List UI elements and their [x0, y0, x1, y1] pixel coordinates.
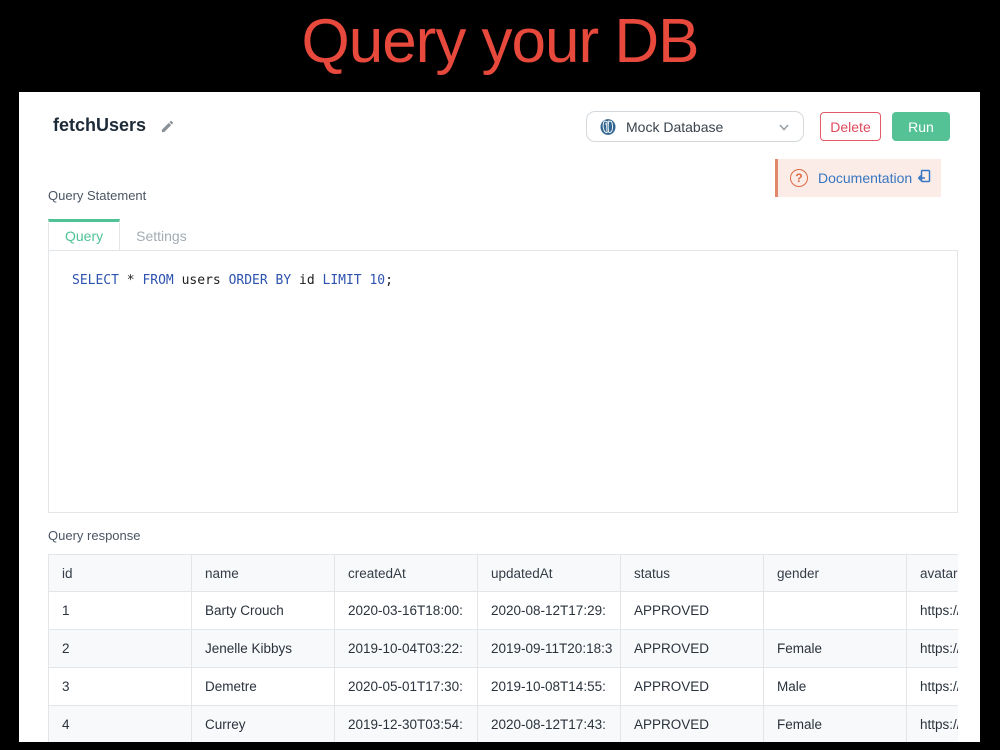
cell-createdAt: 2019-10-04T03:22: — [335, 630, 478, 668]
cell-avatar: https:// — [907, 592, 959, 630]
column-header-createdAt: createdAt — [335, 555, 478, 592]
table-row: 3 Demetre 2020-05-01T17:30: 2019-10-08T1… — [49, 668, 959, 706]
sql-code-editor[interactable]: SELECT * FROM users ORDER BY id LIMIT 10… — [48, 250, 958, 513]
slide-title: Query your DB — [0, 6, 1000, 77]
column-header-gender: gender — [764, 555, 907, 592]
column-header-name: name — [192, 555, 335, 592]
sql-keyword: SELECT — [72, 273, 119, 288]
sql-keyword: LIMIT — [323, 273, 362, 288]
cell-name: Currey — [192, 706, 335, 743]
slide: Query your DB fetchUsers Mock Database D… — [0, 0, 1000, 750]
query-editor-panel: fetchUsers Mock Database Delete Run ? Do… — [19, 92, 980, 742]
cell-status: APPROVED — [621, 668, 764, 706]
table-row: 1 Barty Crouch 2020-03-16T18:00: 2020-08… — [49, 592, 959, 630]
cell-id: 3 — [49, 668, 192, 706]
cell-gender — [764, 592, 907, 630]
cell-status: APPROVED — [621, 630, 764, 668]
cell-updatedAt: 2020-08-12T17:43: — [478, 706, 621, 743]
open-docs-external-icon — [917, 169, 931, 188]
cell-name: Barty Crouch — [192, 592, 335, 630]
column-header-id: id — [49, 555, 192, 592]
query-name: fetchUsers — [53, 115, 146, 136]
cell-id: 1 — [49, 592, 192, 630]
cell-gender: Male — [764, 668, 907, 706]
help-question-icon: ? — [790, 169, 808, 187]
column-header-avatar: avatar — [907, 555, 959, 592]
postgresql-icon — [599, 118, 617, 136]
cell-avatar: https:// — [907, 706, 959, 743]
sql-table-name: users — [182, 273, 221, 288]
cell-updatedAt: 2019-09-11T20:18:3 — [478, 630, 621, 668]
tab-settings[interactable]: Settings — [120, 222, 203, 250]
column-header-status: status — [621, 555, 764, 592]
query-response-table-container[interactable]: id name createdAt updatedAt status gende… — [48, 554, 958, 742]
table-row: 2 Jenelle Kibbys 2019-10-04T03:22: 2019-… — [49, 630, 959, 668]
table-header-row: id name createdAt updatedAt status gende… — [49, 555, 959, 592]
query-response-table: id name createdAt updatedAt status gende… — [48, 554, 958, 742]
cell-name: Jenelle Kibbys — [192, 630, 335, 668]
delete-button[interactable]: Delete — [820, 112, 881, 141]
sql-semicolon: ; — [385, 273, 393, 288]
cell-status: APPROVED — [621, 706, 764, 743]
sql-number: 10 — [369, 273, 385, 288]
cell-createdAt: 2020-03-16T18:00: — [335, 592, 478, 630]
sql-star: * — [127, 273, 135, 288]
query-statement-label: Query Statement — [48, 188, 146, 203]
cell-avatar: https:// — [907, 668, 959, 706]
cell-avatar: https:// — [907, 630, 959, 668]
cell-gender: Female — [764, 630, 907, 668]
query-response-label: Query response — [48, 528, 141, 543]
sql-keyword: ORDER BY — [229, 273, 292, 288]
cell-gender: Female — [764, 706, 907, 743]
tab-query[interactable]: Query — [48, 219, 120, 250]
cell-updatedAt: 2019-10-08T14:55: — [478, 668, 621, 706]
documentation-banner[interactable]: ? Documentation — [775, 159, 941, 197]
cell-id: 4 — [49, 706, 192, 743]
column-header-updatedAt: updatedAt — [478, 555, 621, 592]
datasource-dropdown[interactable]: Mock Database — [586, 111, 804, 142]
datasource-selected-value: Mock Database — [626, 119, 777, 135]
sql-keyword: FROM — [142, 273, 173, 288]
run-button[interactable]: Run — [892, 112, 950, 141]
sql-column-name: id — [299, 273, 315, 288]
documentation-link-label: Documentation — [818, 170, 912, 186]
cell-id: 2 — [49, 630, 192, 668]
cell-updatedAt: 2020-08-12T17:29: — [478, 592, 621, 630]
cell-name: Demetre — [192, 668, 335, 706]
sql-statement: SELECT * FROM users ORDER BY id LIMIT 10… — [72, 273, 393, 288]
cell-status: APPROVED — [621, 592, 764, 630]
cell-createdAt: 2020-05-01T17:30: — [335, 668, 478, 706]
edit-name-icon[interactable] — [160, 119, 175, 134]
chevron-down-icon — [777, 120, 791, 134]
editor-tabs: Query Settings — [48, 219, 203, 250]
cell-createdAt: 2019-12-30T03:54: — [335, 706, 478, 743]
table-row: 4 Currey 2019-12-30T03:54: 2020-08-12T17… — [49, 706, 959, 743]
